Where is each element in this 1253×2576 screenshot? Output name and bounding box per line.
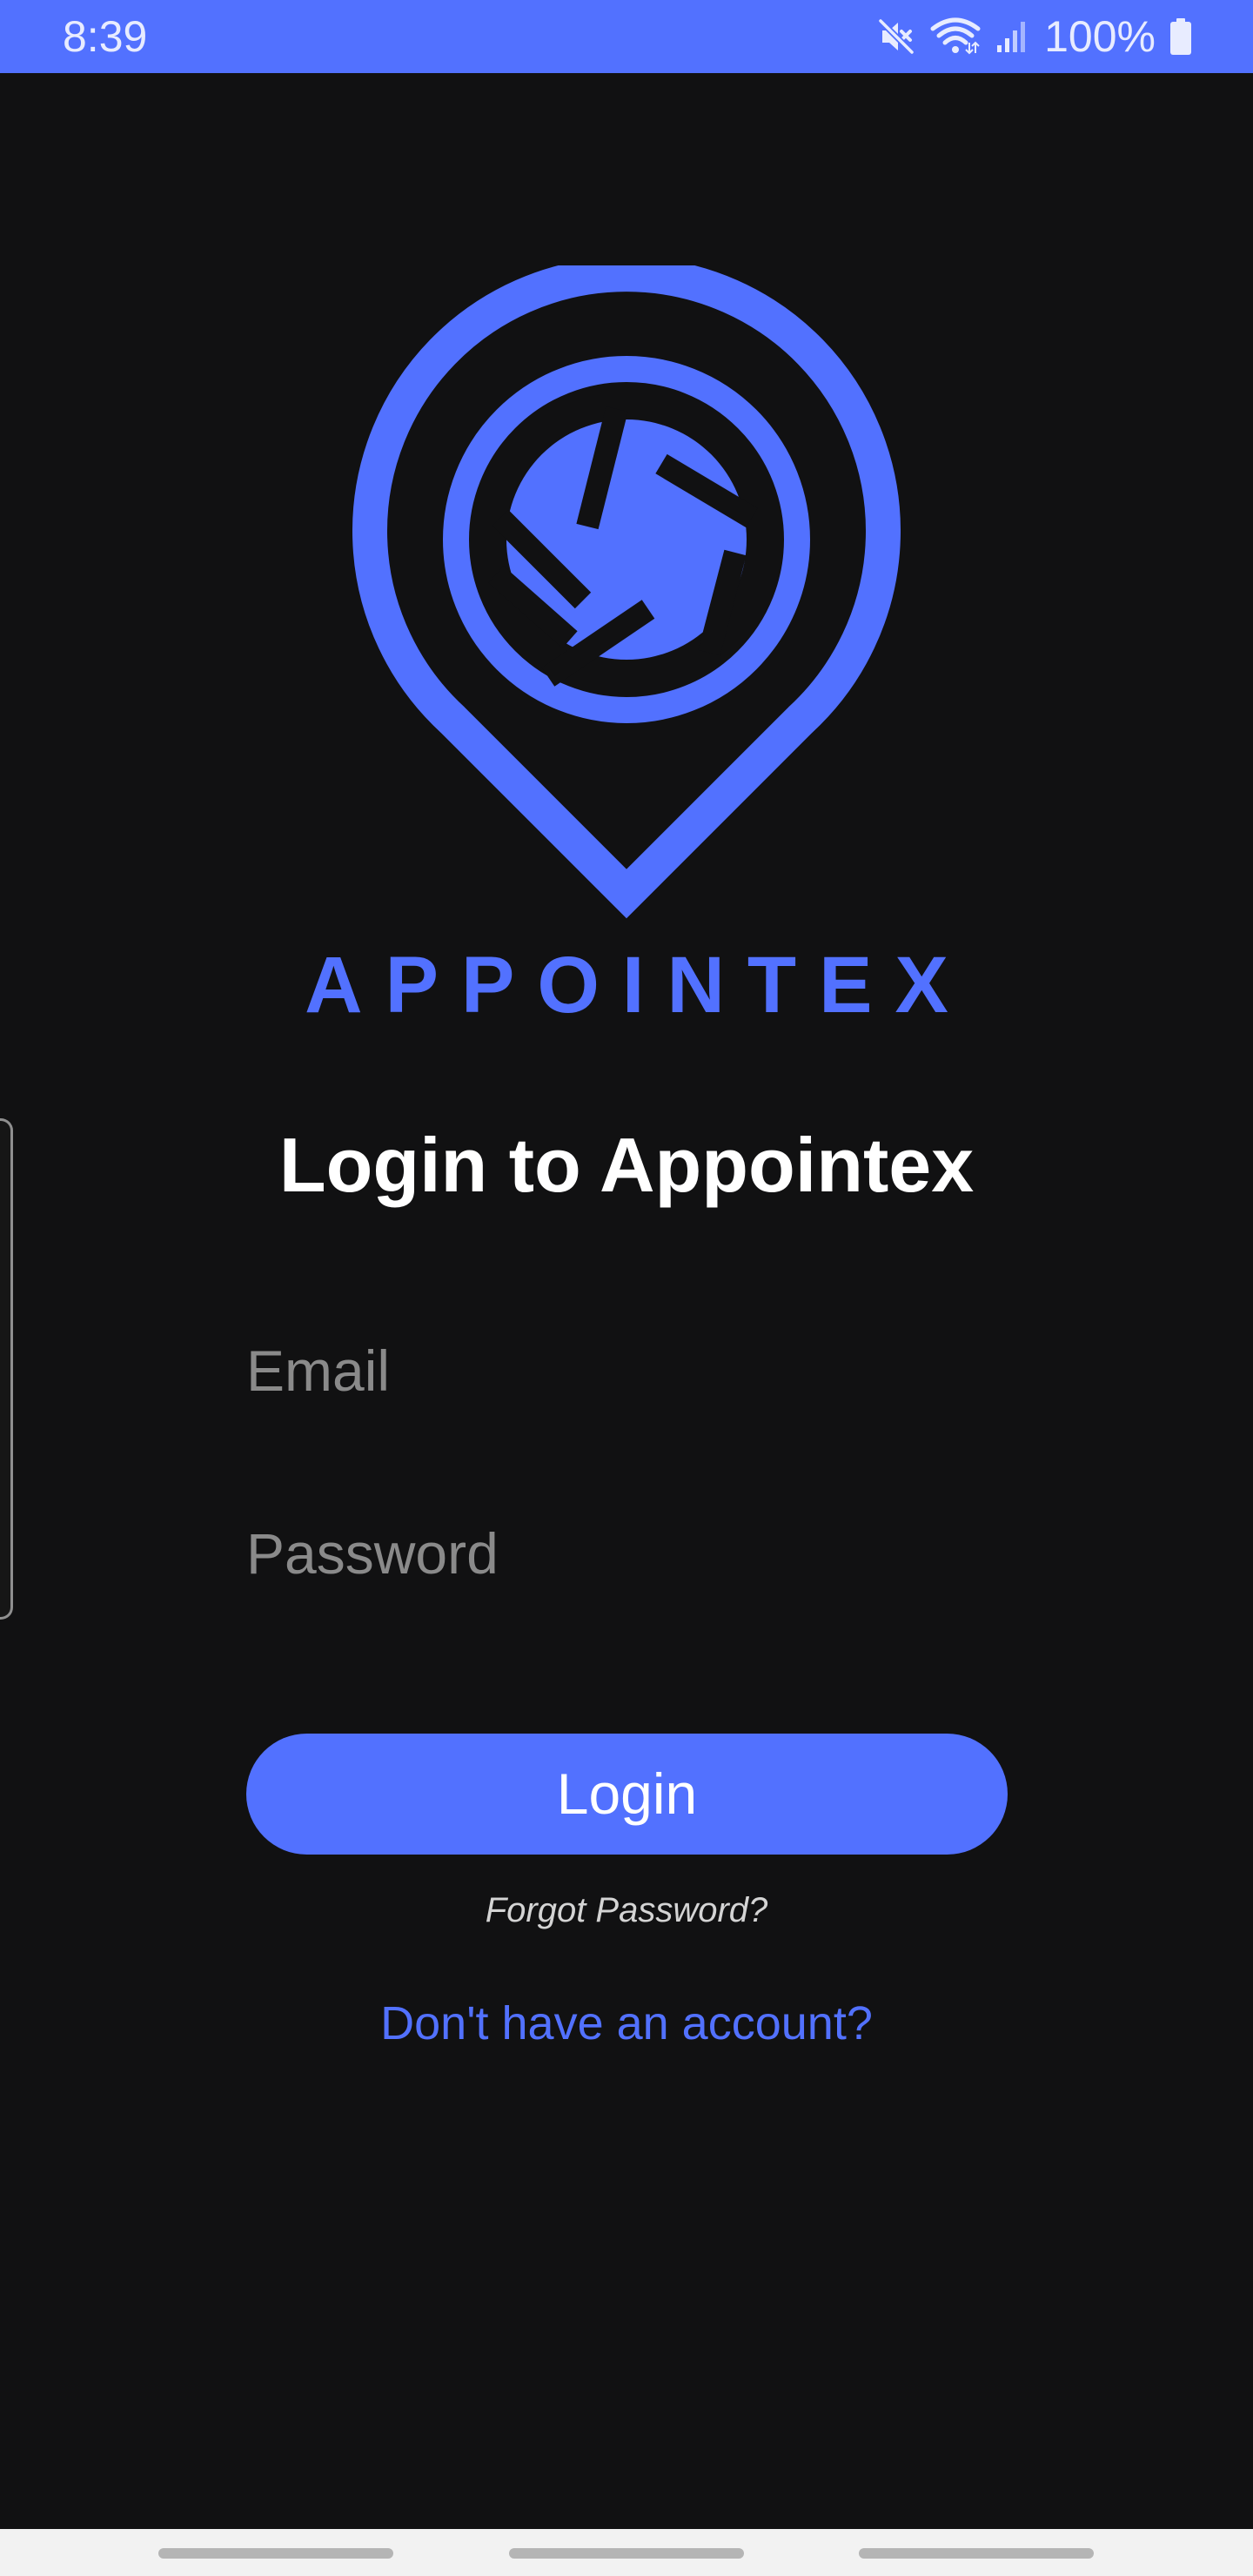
- battery-percent: 100%: [1044, 12, 1156, 61]
- signal-icon: [995, 19, 1030, 54]
- nav-home-handle[interactable]: [509, 2548, 744, 2559]
- nav-recents-handle[interactable]: [158, 2548, 393, 2559]
- nav-back-handle[interactable]: [859, 2548, 1094, 2559]
- mute-icon: [877, 17, 915, 56]
- email-field[interactable]: [246, 1323, 1007, 1419]
- status-icons: 100%: [877, 10, 1192, 63]
- page-title: Login to Appointex: [278, 1122, 975, 1208]
- location-pin-camera-shutter-icon: [352, 257, 901, 922]
- forgot-password-link[interactable]: Forgot Password?: [0, 1888, 1253, 1932]
- status-bar: 8:39 100%: [0, 0, 1253, 73]
- signup-link[interactable]: Don't have an account?: [0, 1996, 1253, 2051]
- brand-name: APPOINTEX: [305, 941, 971, 1030]
- navigation-bar: [0, 2529, 1253, 2576]
- status-time: 8:39: [63, 12, 148, 61]
- password-field[interactable]: [246, 1506, 1007, 1601]
- wifi-icon: [929, 17, 982, 57]
- login-button[interactable]: Login: [246, 1734, 1008, 1855]
- battery-icon: [1169, 17, 1192, 56]
- login-screen: 8:39 100% APPOINTEX Login to Appointex E…: [0, 0, 1253, 2576]
